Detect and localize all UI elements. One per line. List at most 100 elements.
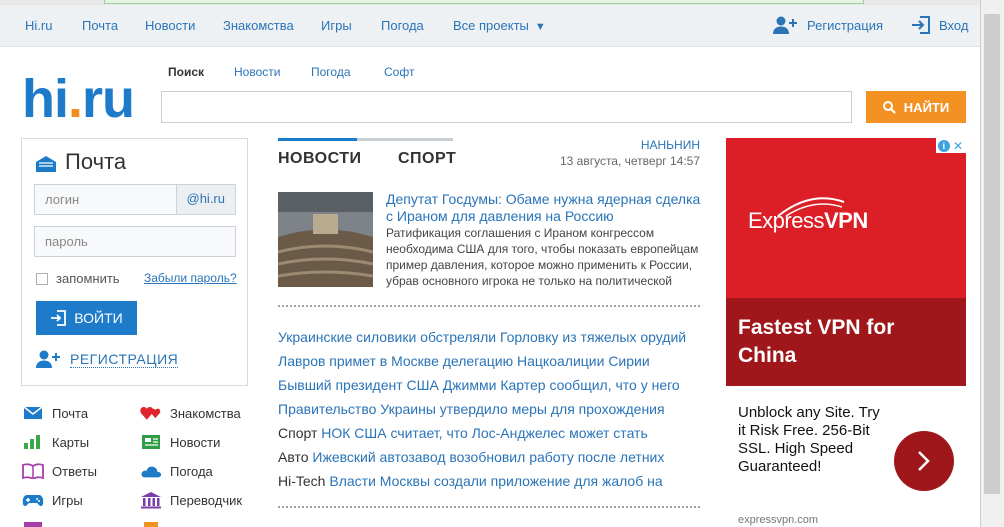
service-answers[interactable]: Ответы: [22, 462, 97, 480]
top-news-headline[interactable]: Депутат Госдумы: Обаме нужна ядерная сде…: [386, 191, 702, 225]
search-tab-search[interactable]: Поиск: [168, 65, 204, 79]
scrollbar-thumb[interactable]: [984, 14, 1000, 494]
forgot-password-link[interactable]: Забыли пароль?: [144, 271, 237, 285]
nav-weather[interactable]: Погода: [381, 18, 424, 33]
login-link[interactable]: Вход: [911, 15, 968, 35]
news-link[interactable]: Украинские силовики обстреляли Горловку …: [278, 329, 686, 345]
service-weather[interactable]: Погода: [140, 462, 213, 480]
mail-register-link[interactable]: РЕГИСТРАЦИЯ: [36, 349, 179, 369]
service-games[interactable]: Игры: [22, 491, 83, 509]
search-tab-weather[interactable]: Погода: [311, 65, 351, 79]
logo-part2: ru: [82, 69, 135, 129]
gamepad-icon: [22, 491, 44, 509]
newspaper-icon: [140, 433, 162, 451]
ad-info[interactable]: i ✕: [936, 138, 966, 153]
login-button[interactable]: ВОЙТИ: [36, 301, 137, 335]
service-translator[interactable]: Переводчик: [140, 491, 242, 509]
ad-banner-top: i ✕ ExpressVPN: [726, 138, 966, 298]
login-label: Вход: [939, 17, 969, 33]
nav-dating[interactable]: Знакомства: [223, 18, 294, 33]
news-link[interactable]: Правительство Украины утвердило меры для…: [278, 401, 665, 417]
ad-headline-box: Fastest VPN for China: [726, 298, 966, 386]
service-news[interactable]: Новости: [140, 433, 220, 451]
book-icon: [22, 462, 44, 480]
nav-all-projects[interactable]: Все проекты ▼: [453, 18, 546, 33]
advertisement[interactable]: i ✕ ExpressVPN Fastest VPN for China Unbl…: [726, 138, 966, 527]
mail-title: Почта: [65, 149, 127, 174]
news-link[interactable]: Ижевский автозавод возобновил работу пос…: [312, 449, 664, 465]
search-icon: [882, 100, 896, 114]
chevron-down-icon: ▼: [534, 21, 546, 33]
ad-arrow-button[interactable]: [894, 431, 954, 491]
building-icon: [140, 491, 162, 509]
password-field[interactable]: пароль: [34, 226, 236, 257]
service-maps[interactable]: Карты: [22, 433, 89, 451]
ad-url[interactable]: expressvpn.com: [738, 514, 818, 526]
list-item[interactable]: Правительство Украины утвердило меры для…: [278, 400, 665, 418]
register-label: Регистрация: [807, 17, 883, 33]
nav-mail[interactable]: Почта: [82, 18, 118, 33]
mail-icon: [36, 156, 56, 172]
software-icon: [140, 520, 162, 527]
nav-all-projects-label: Все проекты: [453, 18, 529, 33]
nav-hi-ru[interactable]: Hi.ru: [25, 18, 52, 33]
list-item[interactable]: Украинские силовики обстреляли Горловку …: [278, 328, 686, 346]
news-link[interactable]: НОК США считает, что Лос-Анджелес может …: [321, 425, 647, 441]
top-navigation: Hi.ru Почта Новости Знакомства Игры Пого…: [0, 5, 980, 47]
site-logo[interactable]: hi.ru: [22, 69, 135, 129]
news-link[interactable]: Бывший президент США Джимми Картер сообщ…: [278, 377, 680, 393]
add-user-icon: [773, 16, 797, 34]
envelope-icon: [22, 404, 44, 422]
login-field[interactable]: логин @hi.ru: [34, 184, 236, 215]
mail-domain: @hi.ru: [175, 185, 235, 214]
search-tab-news[interactable]: Новости: [234, 65, 280, 79]
city-link[interactable]: НАНЬНИН: [641, 138, 700, 152]
remember-checkbox[interactable]: запомнить: [36, 271, 120, 286]
list-item[interactable]: Hi-Tech Власти Москвы создали приложение…: [278, 472, 663, 490]
service-answers-label: Ответы: [52, 463, 97, 479]
vertical-scrollbar[interactable]: [980, 0, 1004, 527]
news-category: Авто: [278, 449, 309, 465]
checkbox-box[interactable]: [36, 272, 48, 285]
info-icon[interactable]: i: [937, 139, 950, 152]
login-icon: [912, 16, 930, 34]
close-icon[interactable]: ✕: [953, 139, 963, 153]
nav-news[interactable]: Новости: [145, 18, 195, 33]
service-dating[interactable]: Знакомства: [140, 404, 241, 422]
search-input[interactable]: [161, 91, 852, 123]
news-category: Спорт: [278, 425, 318, 441]
news-category: Hi-Tech: [278, 473, 326, 489]
login-button-label: ВОЙТИ: [74, 310, 123, 326]
list-item[interactable]: Бывший президент США Джимми Картер сообщ…: [278, 376, 680, 394]
news-link[interactable]: Лавров примет в Москве делегацию Нацкоал…: [278, 353, 650, 369]
hearts-icon: [140, 404, 162, 422]
service-mail[interactable]: Почта: [22, 404, 88, 422]
date-time: 13 августа, четверг 14:57: [559, 154, 700, 168]
nav-games[interactable]: Игры: [321, 18, 352, 33]
service-partial-left[interactable]: [22, 520, 44, 527]
add-user-icon: [36, 350, 60, 368]
login-placeholder: логин: [45, 192, 80, 207]
register-link[interactable]: Регистрация: [772, 15, 883, 35]
search-tab-soft[interactable]: Софт: [384, 65, 414, 79]
list-item[interactable]: Лавров примет в Москве делегацию Нацкоал…: [278, 352, 650, 370]
tab-sport[interactable]: СПОРТ: [398, 150, 456, 168]
news-thumbnail[interactable]: [278, 192, 373, 287]
list-item[interactable]: Авто Ижевский автозавод возобновил работ…: [278, 448, 664, 466]
tv-icon: [22, 520, 44, 527]
list-item[interactable]: Спорт НОК США считает, что Лос-Анджелес …: [278, 424, 648, 442]
chevron-right-icon: [918, 451, 930, 471]
search-button[interactable]: НАЙТИ: [866, 91, 966, 123]
search-button-label: НАЙТИ: [903, 99, 950, 115]
service-translator-label: Переводчик: [170, 492, 243, 508]
ad-logo: ExpressVPN: [748, 208, 868, 234]
divider: [278, 305, 700, 307]
login-icon: [51, 310, 67, 326]
news-link[interactable]: Власти Москвы создали приложение для жал…: [329, 473, 662, 489]
page: Hi.ru Почта Новости Знакомства Игры Пого…: [0, 0, 980, 527]
password-placeholder: пароль: [45, 234, 88, 249]
service-partial-right[interactable]: [140, 520, 162, 527]
mail-login-box: Почта логин @hi.ru пароль запомнить Забы…: [21, 138, 248, 386]
tab-news[interactable]: НОВОСТИ: [278, 150, 362, 168]
ad-logo-bold: VPN: [823, 208, 868, 233]
